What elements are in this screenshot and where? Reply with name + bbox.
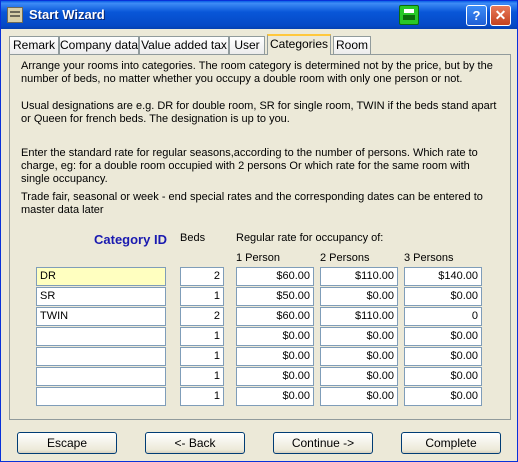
continue-button[interactable]: Continue -> xyxy=(273,432,373,454)
beds-field[interactable]: 1 xyxy=(180,367,224,386)
rate-1-person-field[interactable]: $60.00 xyxy=(236,307,314,326)
one-person-header: 1 Person xyxy=(236,252,281,264)
title-bar[interactable]: Start Wizard ? ✕ xyxy=(1,1,517,29)
print-icon[interactable] xyxy=(399,5,419,25)
start-wizard-window: Start Wizard ? ✕ Remark Company data Val… xyxy=(0,0,518,462)
category-id-field[interactable] xyxy=(36,347,166,366)
rate-1-person-field[interactable]: $0.00 xyxy=(236,347,314,366)
rate-2-persons-field[interactable]: $110.00 xyxy=(320,267,398,286)
rate-2-persons-field[interactable]: $0.00 xyxy=(320,347,398,366)
intro-paragraph-1: Arrange your rooms into categories. The … xyxy=(21,60,493,85)
escape-button[interactable]: Escape xyxy=(17,432,117,454)
tab-company-data[interactable]: Company data xyxy=(59,36,139,54)
rate-3-persons-field[interactable]: 0 xyxy=(404,307,482,326)
rate-1-person-field[interactable]: $0.00 xyxy=(236,367,314,386)
rate-3-persons-field[interactable]: $0.00 xyxy=(404,347,482,366)
rate-3-persons-field[interactable]: $0.00 xyxy=(404,387,482,406)
category-id-field[interactable]: TWIN xyxy=(36,307,166,326)
help-button[interactable]: ? xyxy=(466,5,487,26)
rate-1-person-field[interactable]: $50.00 xyxy=(236,287,314,306)
tab-user[interactable]: User xyxy=(229,36,265,54)
rate-2-persons-field[interactable]: $0.00 xyxy=(320,367,398,386)
regular-rate-header: Regular rate for occupancy of: xyxy=(236,232,384,244)
category-id-field[interactable]: SR xyxy=(36,287,166,306)
intro-paragraph-2: Usual designations are e.g. DR for doubl… xyxy=(21,100,497,125)
beds-field[interactable]: 2 xyxy=(180,267,224,286)
rate-2-persons-field[interactable]: $0.00 xyxy=(320,287,398,306)
category-id-field[interactable]: DR xyxy=(36,267,166,286)
app-icon xyxy=(7,7,23,23)
category-id-field[interactable] xyxy=(36,387,166,406)
rate-2-persons-field[interactable]: $110.00 xyxy=(320,307,398,326)
categories-panel: Arrange your rooms into categories. The … xyxy=(9,54,511,420)
beds-header: Beds xyxy=(180,232,206,244)
complete-button[interactable]: Complete xyxy=(401,432,501,454)
category-id-header: Category ID xyxy=(94,232,167,247)
beds-field[interactable]: 1 xyxy=(180,387,224,406)
rate-3-persons-field[interactable]: $0.00 xyxy=(404,367,482,386)
rate-1-person-field[interactable]: $0.00 xyxy=(236,387,314,406)
rate-1-person-field[interactable]: $0.00 xyxy=(236,327,314,346)
beds-field[interactable]: 1 xyxy=(180,327,224,346)
tab-categories[interactable]: Categories xyxy=(267,34,331,55)
rate-1-person-field[interactable]: $60.00 xyxy=(236,267,314,286)
rate-3-persons-field[interactable]: $140.00 xyxy=(404,267,482,286)
tab-room[interactable]: Room xyxy=(333,36,371,54)
rate-3-persons-field[interactable]: $0.00 xyxy=(404,287,482,306)
beds-field[interactable]: 1 xyxy=(180,287,224,306)
beds-field[interactable]: 1 xyxy=(180,347,224,366)
tab-remark[interactable]: Remark xyxy=(9,36,59,54)
rate-3-persons-field[interactable]: $0.00 xyxy=(404,327,482,346)
two-persons-header: 2 Persons xyxy=(320,252,370,264)
window-title: Start Wizard xyxy=(29,7,105,22)
intro-paragraph-4: Trade fair, seasonal or week - end speci… xyxy=(21,191,483,216)
rate-2-persons-field[interactable]: $0.00 xyxy=(320,387,398,406)
beds-field[interactable]: 2 xyxy=(180,307,224,326)
rate-2-persons-field[interactable]: $0.00 xyxy=(320,327,398,346)
category-id-field[interactable] xyxy=(36,367,166,386)
intro-paragraph-3: Enter the standard rate for regular seas… xyxy=(21,147,478,185)
close-button[interactable]: ✕ xyxy=(490,5,511,26)
tab-value-added-tax[interactable]: Value added tax xyxy=(139,36,229,54)
back-button[interactable]: <- Back xyxy=(145,432,245,454)
category-id-field[interactable] xyxy=(36,327,166,346)
three-persons-header: 3 Persons xyxy=(404,252,454,264)
